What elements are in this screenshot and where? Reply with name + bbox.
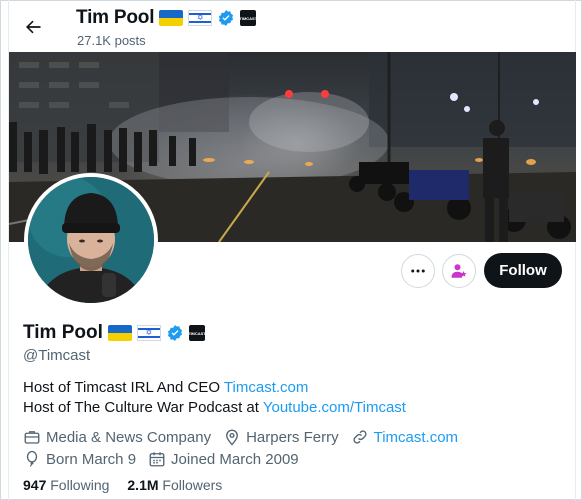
profile-meta: Media & News Company Harpers Ferry Timca… <box>23 427 458 471</box>
balloon-icon <box>26 450 38 467</box>
followers-label: Followers <box>162 477 223 493</box>
link-icon <box>353 430 367 444</box>
header-name: Tim Pool <box>76 7 155 28</box>
location-pin-icon <box>226 429 239 446</box>
bio-text: Host of The Culture War Podcast at <box>23 399 263 416</box>
profile-birthday: Born March 9 <box>23 450 136 468</box>
affiliate-badge-icon[interactable]: TIMCAST <box>188 325 206 341</box>
following-label: Following <box>50 477 110 493</box>
website-link[interactable]: Timcast.com <box>374 429 458 446</box>
arrow-left-icon <box>26 20 41 34</box>
profile-bio: Host of Timcast IRL And CEO Timcast.com … <box>23 378 406 418</box>
category-label: Media & News Company <box>46 428 212 446</box>
bio-line-2: Host of The Culture War Podcast at Youtu… <box>23 398 406 418</box>
post-count: 27.1K posts <box>77 33 146 48</box>
back-button[interactable] <box>18 12 48 42</box>
followers-link[interactable]: 2.1M Followers <box>127 477 222 493</box>
more-dots-icon <box>411 269 425 273</box>
profile-header-bar: Tim Pool ✡ TIMCAST 27.1K posts <box>0 0 582 52</box>
follow-counts: 947 Following 2.1M Followers <box>23 477 222 493</box>
header-name-row: Tim Pool ✡ TIMCAST <box>76 7 257 29</box>
profile-category: Media & News Company <box>23 428 211 446</box>
profile-handle: @Timcast <box>23 347 91 364</box>
joined-label: Joined March 2009 <box>171 450 299 468</box>
israel-flag-icon: ✡ <box>136 325 161 341</box>
israel-flag-icon: ✡ <box>188 10 213 26</box>
bio-link-youtube[interactable]: Youtube.com/Timcast <box>263 399 406 416</box>
profile-joined: Joined March 2009 <box>148 450 299 468</box>
verified-badge-icon[interactable] <box>166 324 184 342</box>
followers-count: 2.1M <box>127 477 159 493</box>
bio-text: Host of Timcast IRL And CEO <box>23 379 224 396</box>
verified-badge-icon[interactable] <box>217 9 235 27</box>
briefcase-icon <box>24 431 40 444</box>
profile-name-row: Tim Pool ✡ TIMCAST <box>23 322 206 344</box>
calendar-icon <box>149 452 165 467</box>
following-count: 947 <box>23 477 47 493</box>
subscribe-button[interactable] <box>442 254 476 288</box>
profile-location: Harpers Ferry <box>223 428 339 446</box>
profile-website[interactable]: Timcast.com <box>351 428 458 446</box>
birthday-label: Born March 9 <box>46 450 137 468</box>
ukraine-flag-icon <box>107 325 132 341</box>
location-label: Harpers Ferry <box>246 428 339 446</box>
following-link[interactable]: 947 Following <box>23 477 109 493</box>
subscribe-icon <box>451 264 467 278</box>
ukraine-flag-icon <box>159 10 184 26</box>
follow-button[interactable]: Follow <box>484 253 562 288</box>
profile-avatar[interactable] <box>24 173 158 307</box>
bio-line-1: Host of Timcast IRL And CEO Timcast.com <box>23 378 406 398</box>
affiliate-badge-icon[interactable]: TIMCAST <box>239 10 257 26</box>
more-button[interactable] <box>401 254 435 288</box>
bio-link-timcast[interactable]: Timcast.com <box>224 379 308 396</box>
profile-name: Tim Pool <box>23 322 103 343</box>
